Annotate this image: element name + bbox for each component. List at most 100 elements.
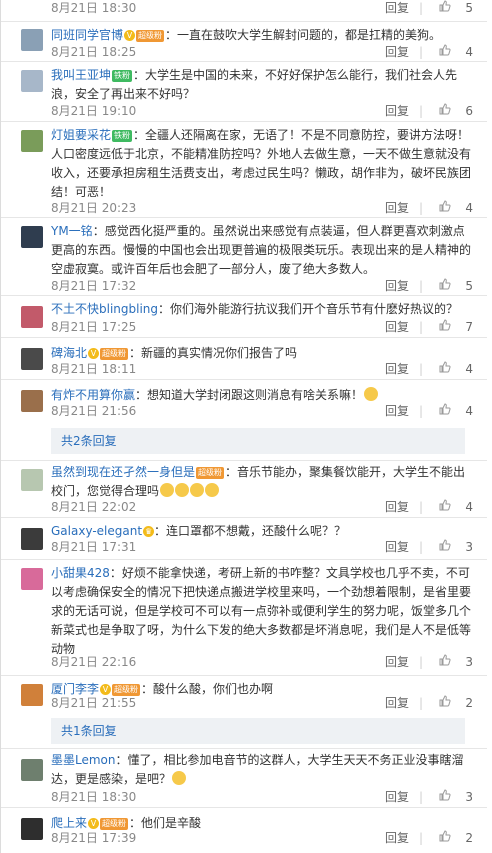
verified-icon: V [100,684,112,695]
comment-author[interactable]: 我叫王亚坤 [51,68,111,82]
fan-badge: 超级粉 [100,818,129,830]
like-count: 2 [465,831,473,845]
avatar[interactable] [21,348,43,370]
thumbs-up-icon[interactable] [439,499,451,515]
reply-button[interactable]: 回复 [385,200,409,216]
like-count: 3 [465,790,473,804]
comment-item: 灯姐要采花 铁粉 ：全疆人还隔离在家，无语了！不是不同意防控，要讲方法呀！人口密度远… [1,122,487,218]
avatar[interactable] [21,130,43,152]
comment-meta: 8月21日 19:10 回复 | 6 [51,103,473,119]
thumbs-up-icon[interactable] [439,0,451,16]
divider: | [418,104,423,118]
comment-author[interactable]: 虽然到现在还孑然一身但是 [51,465,195,479]
comment-author[interactable]: 碑海北 [51,346,87,360]
avatar[interactable] [21,528,43,550]
comment-author[interactable]: 灯姐要采花 [51,128,111,142]
comment-text: ：你们海外能游行抗议我们开个音乐节有什麽好热议的？ [158,302,459,316]
comment-meta: 8月21日 21:56 回复 | 4 [51,403,473,419]
comment-meta: 8月21日 17:39 回复 | 2 [51,830,473,846]
comment-text: ：他们是辛酸 [129,816,202,830]
like-count: 5 [465,279,473,293]
expand-replies-link[interactable]: 共2条回复 [51,428,465,454]
comment-item: 碑海北 V 超级粉 ：新疆的真实情况你们报告了吗 8月21日 18:11 回复 | 4 [1,338,487,380]
divider: | [418,540,423,554]
reply-button[interactable]: 回复 [385,403,409,419]
thumbs-up-icon[interactable] [439,654,451,670]
comment-text: ：连口罩都不想戴，还酸什么呢？？ [154,524,347,538]
thumbs-up-icon[interactable] [439,539,451,555]
reply-button[interactable]: 回复 [385,278,409,294]
comment-text: ：想知道大学封闭跟这则消息有啥关系嘛！ [135,388,364,402]
reply-button[interactable]: 回复 [385,361,409,377]
comment-meta: 8月21日 21:55 回复 | 2 [51,695,473,711]
avatar[interactable] [21,469,43,491]
avatar[interactable] [21,70,43,92]
avatar[interactable] [21,226,43,248]
laugh-emoji-icon [160,483,175,497]
avatar[interactable] [21,684,43,706]
verified-icon: V [88,348,100,359]
reply-button[interactable]: 回复 [385,103,409,119]
reply-button[interactable]: 回复 [385,830,409,846]
fan-badge: 铁粉 [112,130,133,142]
avatar[interactable] [21,818,43,840]
expand-replies-link[interactable]: 共1条回复 [51,718,465,744]
comment-time: 8月21日 22:02 [51,500,137,514]
comment-item: 小甜果428：好烦不能拿快递，考研上新的书咋整？文具学校也几乎不卖，不可以考虑确… [1,560,487,676]
avatar[interactable] [21,568,43,590]
comment-author[interactable]: 爬上来 [51,816,87,830]
comment-meta: 8月21日 20:23 回复 | 4 [51,200,473,216]
comment-author[interactable]: 有炸不用算你赢 [51,388,135,402]
comment-author[interactable]: 同班同学官博 [51,28,123,42]
fan-badge: 超级粉 [196,467,225,479]
reply-button[interactable]: 回复 [385,654,409,670]
thumbs-up-icon[interactable] [439,103,451,119]
thumbs-up-icon[interactable] [439,44,451,60]
thumbs-up-icon[interactable] [439,361,451,377]
thumbs-up-icon[interactable] [439,200,451,216]
reply-button[interactable]: 回复 [385,695,409,711]
divider: | [418,320,423,334]
divider: | [418,831,423,845]
thumbs-up-icon[interactable] [439,695,451,711]
comment-meta: 8月21日 17:25 回复 | 7 [51,319,473,335]
thumbs-up-icon[interactable] [439,830,451,846]
avatar[interactable] [21,29,43,51]
comment-author[interactable]: Galaxy-elegant [51,524,142,538]
avatar[interactable] [21,759,43,781]
reply-button[interactable]: 回复 [385,0,409,16]
smile-emoji-icon [364,387,379,401]
reply-button[interactable]: 回复 [385,789,409,805]
comment-item: 虽然到现在还孑然一身但是 超级粉 ：音乐节能办，聚集餐饮能开，大学生不能出校门，您觉… [1,460,487,518]
divider: | [418,279,423,293]
comment-item: 不土不快blingbling：你们海外能游行抗议我们开个音乐节有什麽好热议的？ … [1,296,487,338]
comment-list: 8月21日 18:30 回复 | 5 同班同学官博 V 超级粉 ：一直在鼓吹大学生解封… [0,0,492,853]
reply-button[interactable]: 回复 [385,539,409,555]
comment-time: 8月21日 21:55 [51,696,137,710]
divider: | [418,1,423,15]
comment-author[interactable]: 小甜果428 [51,566,110,580]
divider: | [418,201,423,215]
thumbs-up-icon[interactable] [439,789,451,805]
thumbs-up-icon[interactable] [439,403,451,419]
comment-author[interactable]: 厦门李李 [51,682,99,696]
avatar[interactable] [21,390,43,412]
reply-button[interactable]: 回复 [385,44,409,60]
like-count: 6 [465,104,473,118]
comment-author[interactable]: 不土不快blingbling [51,302,158,316]
comment-meta: 8月21日 18:25 回复 | 4 [51,44,473,60]
comment-author[interactable]: YM一铭 [51,224,93,238]
comment-time: 8月21日 17:31 [51,540,137,554]
thumbs-up-icon[interactable] [439,319,451,335]
reply-button[interactable]: 回复 [385,499,409,515]
thumbs-up-icon[interactable] [439,278,451,294]
comment-time: 8月21日 21:56 [51,404,137,418]
comment-author[interactable]: 墨墨Lemon [51,753,116,767]
avatar[interactable] [21,306,43,328]
comment-text: ：新疆的真实情况你们报告了吗 [129,346,298,360]
comment-item: 8月21日 18:30 回复 | 5 [1,0,487,22]
reply-button[interactable]: 回复 [385,319,409,335]
divider: | [418,45,423,59]
comment-item: 同班同学官博 V 超级粉 ：一直在鼓吹大学生解封问题的，都是扛精的美狗。 8月21日 … [1,22,487,62]
comment-item: 我叫王亚坤 铁粉 ：大学生是中国的未来，不好好保护怎么能行，我们社会人先浪，安全了再… [1,62,487,122]
